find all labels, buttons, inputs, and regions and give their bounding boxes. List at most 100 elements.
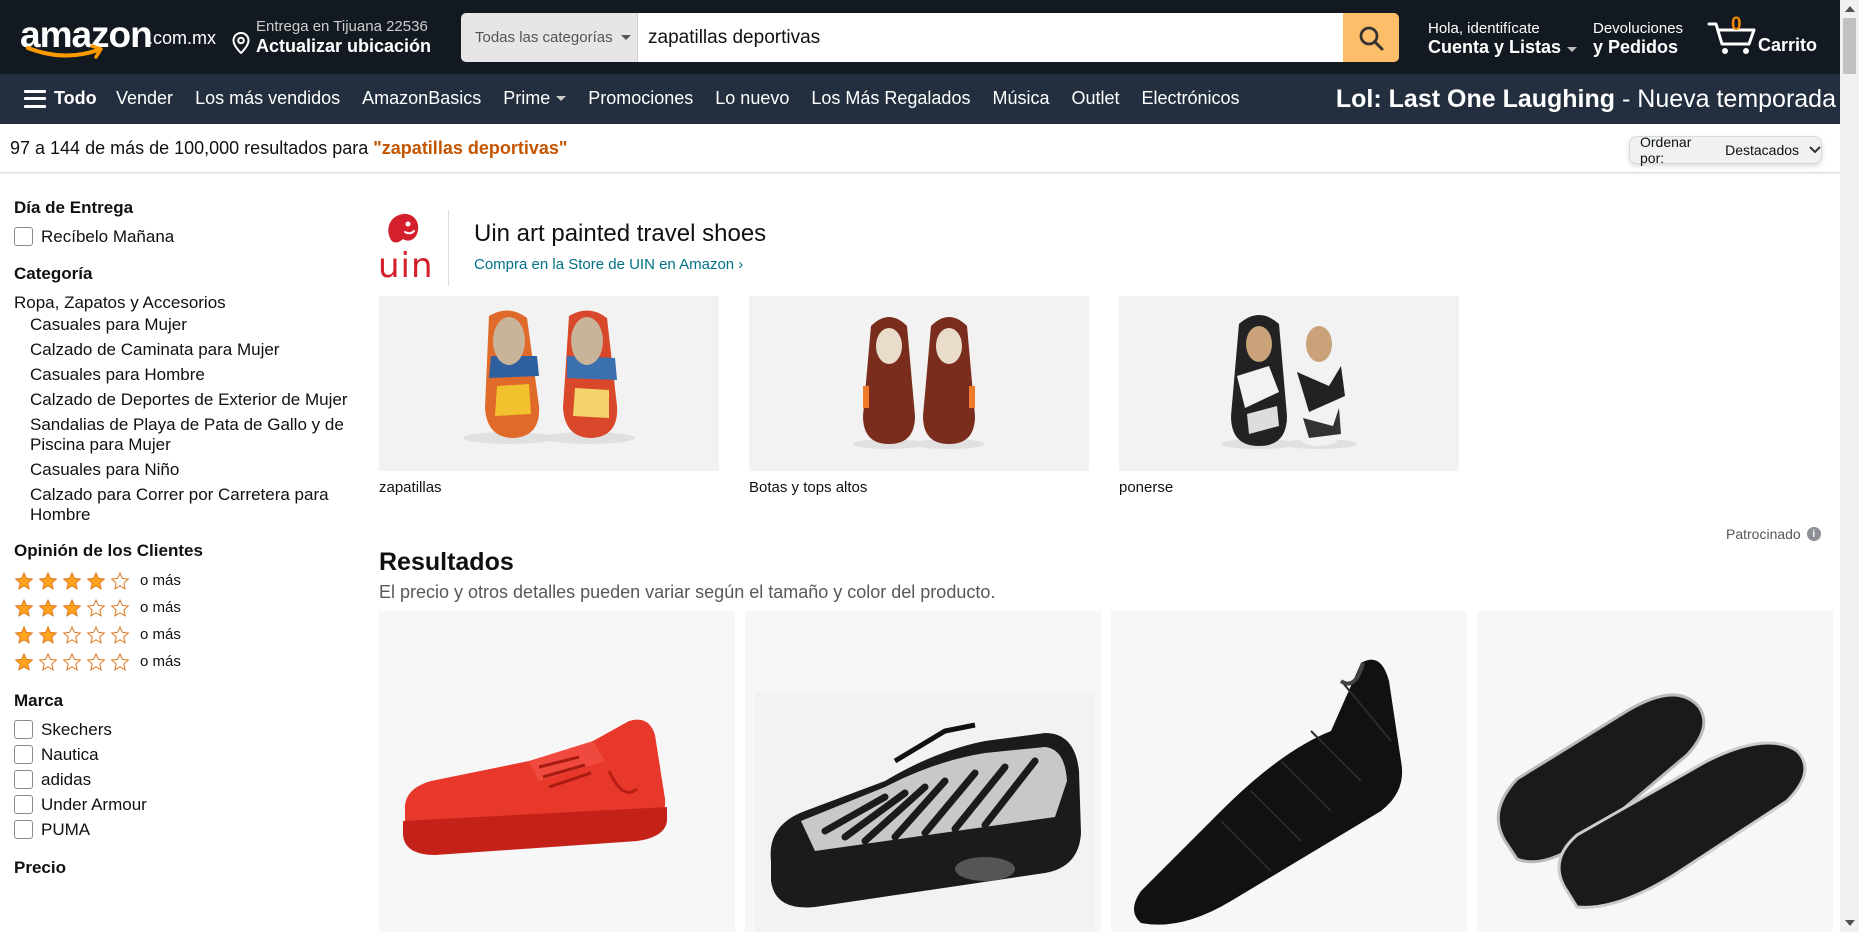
category-link[interactable]: Calzado de Caminata para Mujer bbox=[14, 340, 354, 360]
sponsored-label[interactable]: Patrocinado i bbox=[1726, 526, 1821, 542]
sponsored-tile[interactable]: ponerse bbox=[1119, 296, 1459, 496]
product-card[interactable] bbox=[1477, 611, 1833, 932]
all-menu-button[interactable]: Todo bbox=[24, 88, 97, 109]
category-link[interactable]: Calzado para Correr por Carretera para H… bbox=[14, 485, 354, 525]
brand-option[interactable]: Skechers bbox=[14, 717, 354, 742]
nav-link-music[interactable]: Música bbox=[992, 88, 1049, 109]
account-greeting: Hola, identifícate bbox=[1428, 20, 1540, 37]
star-rating-filter-1[interactable]: o más bbox=[14, 648, 354, 675]
nav-link-prime[interactable]: Prime bbox=[503, 88, 567, 109]
filled-star-icon bbox=[62, 571, 82, 590]
info-icon[interactable]: i bbox=[1806, 527, 1821, 541]
nav-link-most-gifted[interactable]: Los Más Regalados bbox=[811, 88, 970, 109]
filled-star-icon bbox=[14, 598, 34, 617]
cart-count: 0 bbox=[1731, 14, 1742, 35]
brand-store-link[interactable]: Compra en la Store de UIN en Amazon › bbox=[474, 256, 743, 273]
category-link[interactable]: Sandalias de Playa de Pata de Gallo y de… bbox=[14, 415, 354, 455]
returns-orders-link[interactable]: Devoluciones y Pedidos bbox=[1593, 20, 1683, 58]
sponsored-tile[interactable]: Botas y tops altos bbox=[749, 296, 1089, 496]
promo-banner[interactable]: Lol: Last One Laughing - Nueva temporada bbox=[1336, 85, 1836, 114]
brand-filter-heading: Marca bbox=[14, 691, 64, 710]
filled-star-icon bbox=[86, 571, 106, 590]
promo-subtitle: - Nueva temporada bbox=[1615, 85, 1836, 113]
checkbox[interactable] bbox=[14, 227, 33, 246]
cart-button[interactable]: 0 Carrito bbox=[1707, 14, 1817, 60]
checkbox[interactable] bbox=[14, 745, 33, 764]
star-rating-filter-4[interactable]: o más bbox=[14, 567, 354, 594]
brand-option[interactable]: adidas bbox=[14, 767, 354, 792]
search-category-dropdown[interactable]: Todas las categorías bbox=[461, 13, 638, 62]
sponsored-tile[interactable]: zapatillas bbox=[379, 296, 719, 496]
scroll-up-arrow-icon[interactable] bbox=[1845, 6, 1855, 12]
location-pin-icon bbox=[232, 32, 250, 54]
category-link[interactable]: Calzado de Deportes de Exterior de Mujer bbox=[14, 390, 354, 410]
star-rating-icon bbox=[14, 598, 130, 617]
product-card[interactable] bbox=[745, 611, 1101, 932]
nav-link-outlet[interactable]: Outlet bbox=[1071, 88, 1119, 109]
delivery-tomorrow-option[interactable]: Recíbelo Mañana bbox=[14, 224, 354, 249]
amazon-logo[interactable]: amazon .com.mx bbox=[20, 14, 216, 60]
star-rating-icon bbox=[14, 571, 130, 590]
black-insoles-image[interactable] bbox=[1477, 611, 1833, 932]
category-link[interactable]: Casuales para Hombre bbox=[14, 365, 354, 385]
checkbox-label: PUMA bbox=[41, 819, 91, 839]
product-card[interactable] bbox=[1111, 611, 1467, 932]
nav-link-best-sellers[interactable]: Los más vendidos bbox=[195, 88, 340, 109]
brand-option[interactable]: Under Armour bbox=[14, 792, 354, 817]
empty-star-icon bbox=[62, 625, 82, 644]
checkbox[interactable] bbox=[14, 720, 33, 739]
promo-title: Lol: Last One Laughing bbox=[1335, 85, 1616, 113]
checkbox-label: adidas bbox=[41, 769, 92, 789]
filled-star-icon bbox=[38, 625, 58, 644]
star-rating-filter-3[interactable]: o más bbox=[14, 594, 354, 621]
update-location-link: Actualizar ubicación bbox=[256, 36, 432, 56]
checkbox[interactable] bbox=[14, 820, 33, 839]
chevron-down-icon bbox=[1809, 146, 1821, 154]
cart-label: Carrito bbox=[1758, 35, 1818, 55]
black-water-shoe-image[interactable] bbox=[1111, 611, 1467, 932]
checkbox[interactable] bbox=[14, 770, 33, 789]
search-category-label: Todas las categorías bbox=[475, 29, 613, 46]
nav-link-promotions[interactable]: Promociones bbox=[588, 88, 693, 109]
brand-option[interactable]: PUMA bbox=[14, 817, 354, 842]
product-card[interactable] bbox=[379, 611, 735, 932]
search-button[interactable] bbox=[1343, 13, 1399, 62]
category-link[interactable]: Casuales para Mujer bbox=[14, 315, 354, 335]
nav-link-electronics[interactable]: Electrónicos bbox=[1142, 88, 1240, 109]
star-rating-label: o más bbox=[140, 572, 181, 589]
nav-link-new[interactable]: Lo nuevo bbox=[715, 88, 789, 109]
uin-brand-logo[interactable]: uin bbox=[378, 208, 433, 286]
empty-star-icon bbox=[110, 571, 130, 590]
star-rating-filter-2[interactable]: o más bbox=[14, 621, 354, 648]
empty-star-icon bbox=[62, 652, 82, 671]
brand-option[interactable]: Nautica bbox=[14, 742, 354, 767]
search-input[interactable] bbox=[638, 13, 1343, 62]
uin-logo-text: uin bbox=[378, 246, 434, 286]
sort-dropdown[interactable]: Ordenar por: Destacados bbox=[1629, 134, 1822, 166]
brand-divider bbox=[448, 210, 449, 286]
red-sneaker-image[interactable] bbox=[379, 611, 735, 932]
brand-headline[interactable]: Uin art painted travel shoes bbox=[474, 220, 766, 248]
empty-star-icon bbox=[86, 598, 106, 617]
nav-link-amazonbasics[interactable]: AmazonBasics bbox=[362, 88, 481, 109]
tile-caption: zapatillas bbox=[379, 479, 442, 496]
star-rating-icon bbox=[14, 625, 130, 644]
checkbox[interactable] bbox=[14, 795, 33, 814]
scroll-thumb[interactable] bbox=[1843, 18, 1856, 74]
chevron-down-icon bbox=[1567, 47, 1578, 52]
results-heading: Resultados bbox=[379, 548, 514, 576]
category-root-link[interactable]: Ropa, Zapatos y Accesorios bbox=[14, 290, 354, 315]
tile-caption: ponerse bbox=[1119, 479, 1174, 496]
star-rating-filters: o más o más o más o más bbox=[14, 567, 354, 675]
black-gray-running-shoe-image[interactable] bbox=[745, 611, 1101, 932]
brown-leather-slip-on-image bbox=[853, 317, 985, 449]
account-menu[interactable]: Hola, identifícate Cuenta y Listas bbox=[1428, 20, 1578, 58]
black-white-print-shoes-image bbox=[1221, 315, 1357, 449]
category-link[interactable]: Casuales para Niño bbox=[14, 460, 354, 480]
nav-link-vender[interactable]: Vender bbox=[116, 88, 173, 109]
filled-star-icon bbox=[62, 598, 82, 617]
vertical-scrollbar[interactable] bbox=[1840, 0, 1859, 932]
hamburger-icon bbox=[24, 89, 46, 108]
empty-star-icon bbox=[86, 652, 106, 671]
scroll-down-arrow-icon[interactable] bbox=[1845, 920, 1855, 926]
